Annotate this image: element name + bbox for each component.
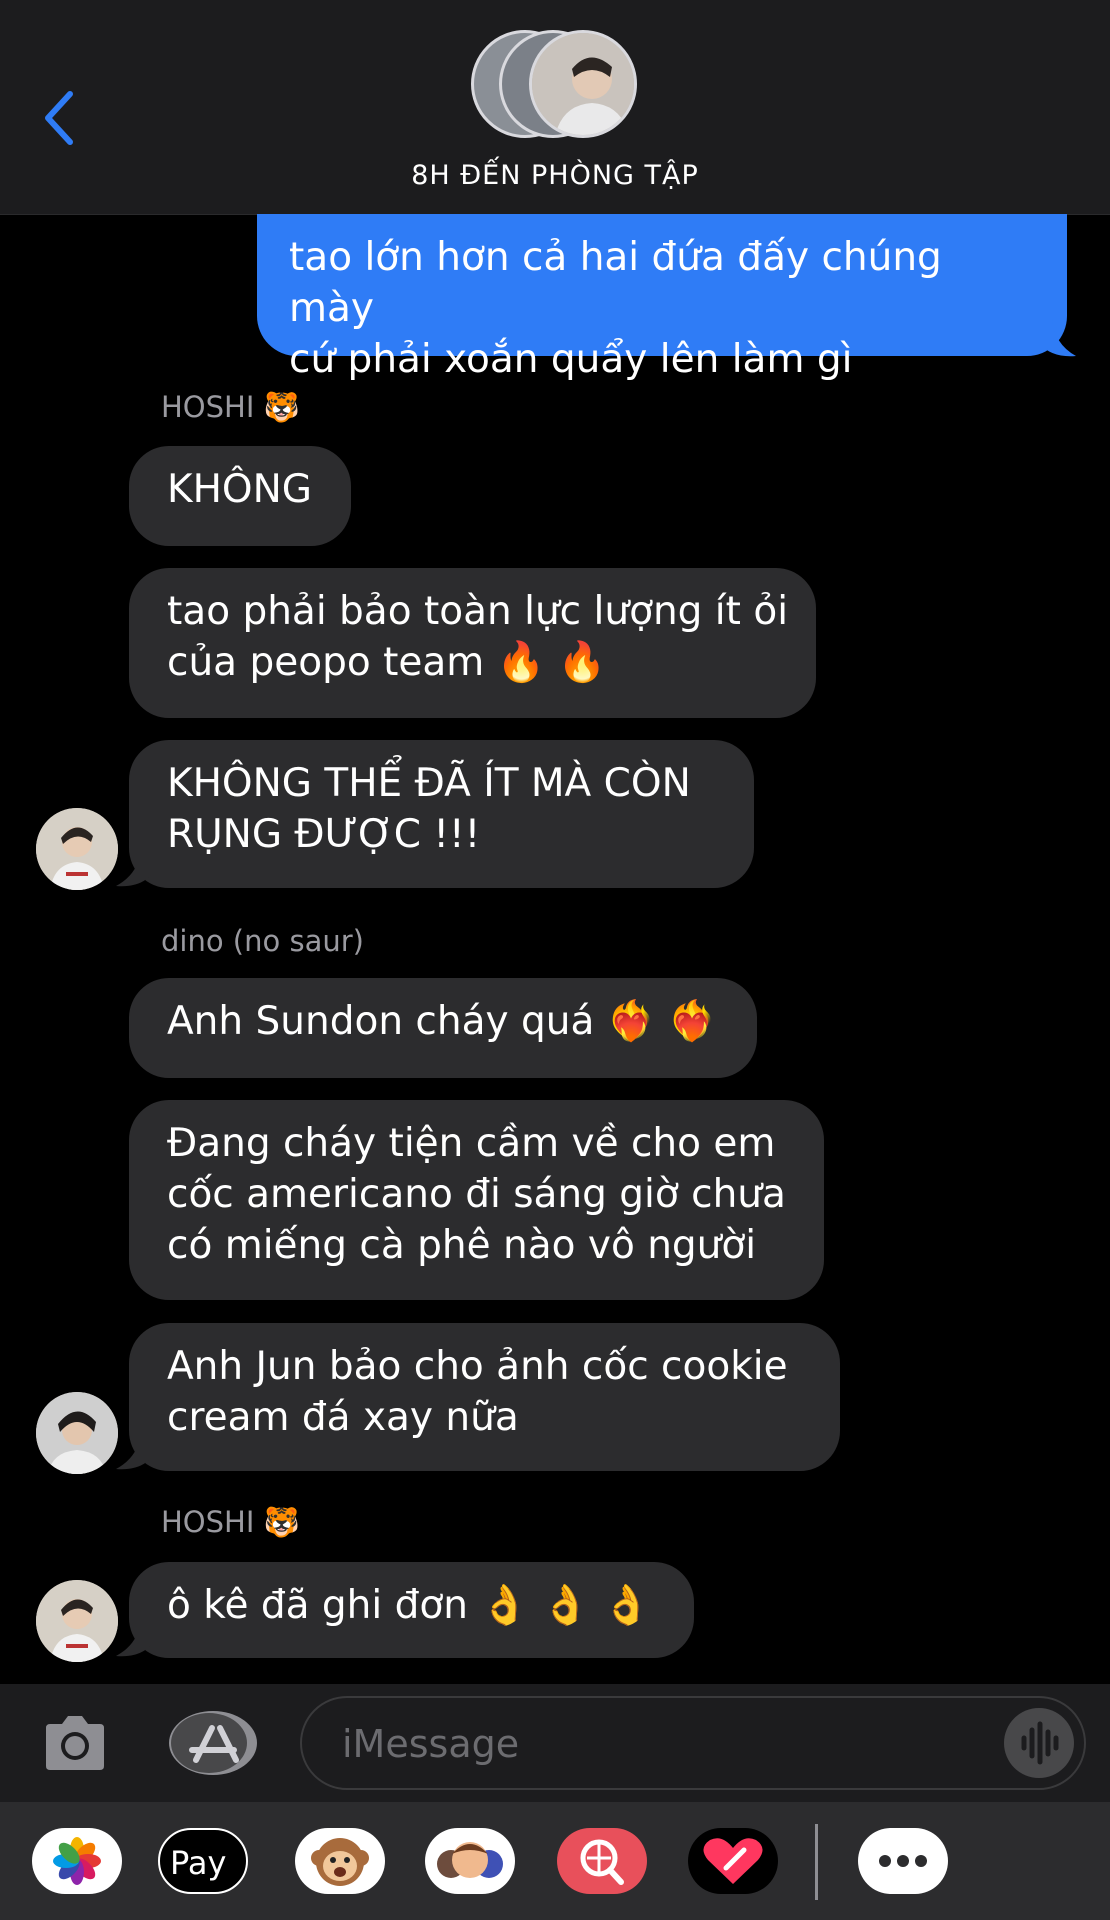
camera-icon[interactable]	[42, 1714, 108, 1772]
message-line: Đang cháy tiện cầm về cho em	[167, 1121, 776, 1166]
memoji-stickers-app-icon[interactable]	[425, 1828, 515, 1894]
message-line: cứ phải xoắn quẩy lên làm gì	[289, 337, 853, 382]
message-line: có miếng cà phê nào vô người	[167, 1223, 757, 1268]
received-message-bubble[interactable]: tao phải bảo toàn lực lượng ít ỏi của pe…	[129, 568, 816, 718]
photos-app-icon[interactable]	[32, 1828, 122, 1894]
audio-message-button[interactable]	[1004, 1708, 1074, 1778]
sender-name: dino (no saur)	[161, 924, 364, 958]
message-text: Anh Sundon cháy quá ❤️‍🔥 ❤️‍🔥	[167, 999, 717, 1044]
group-avatar-3	[529, 30, 637, 138]
bubble-tail	[116, 1435, 152, 1470]
received-message-bubble[interactable]: Anh Sundon cháy quá ❤️‍🔥 ❤️‍🔥	[129, 978, 757, 1078]
received-message-bubble[interactable]: KHÔNG	[129, 446, 351, 546]
input-placeholder: iMessage	[342, 1722, 520, 1766]
sent-message-bubble[interactable]: tao lớn hơn cả hai đứa đấy chúng mày cứ …	[257, 214, 1067, 382]
bubble-tail	[116, 1622, 152, 1657]
conversation-header: 8H ĐẾN PHÒNG TẬP	[0, 0, 1110, 215]
received-message-bubble[interactable]: Anh Jun bảo cho ảnh cốc cookie cream đá …	[129, 1323, 840, 1471]
message-line: KHÔNG THỂ ĐÃ ÍT MÀ CÒN	[167, 761, 691, 806]
message-line: cốc americano đi sáng giờ chưa	[167, 1172, 786, 1217]
message-line: tao phải bảo toàn lực lượng ít ỏi	[167, 589, 789, 634]
conversation-title[interactable]: 8H ĐẾN PHÒNG TẬP	[0, 160, 1110, 191]
apple-pay-app-icon[interactable]: Pay	[158, 1828, 248, 1894]
received-message-bubble[interactable]: ô kê đã ghi đơn 👌 👌 👌	[129, 1562, 694, 1658]
app-drawer: Pay	[0, 1802, 1110, 1920]
sender-name: HOSHI 🐯	[161, 390, 300, 424]
chevron-left-icon[interactable]	[40, 88, 80, 148]
avatar[interactable]	[36, 808, 118, 890]
group-avatars[interactable]	[471, 30, 641, 145]
bubble-tail	[1040, 318, 1076, 357]
received-message-bubble[interactable]: Đang cháy tiện cầm về cho em cốc america…	[129, 1100, 824, 1300]
message-line: tao lớn hơn cả hai đứa đấy chúng mày	[289, 235, 942, 331]
app-store-icon[interactable]	[168, 1710, 258, 1776]
bubble-tail	[116, 852, 152, 887]
message-line: cream đá xay nữa	[167, 1395, 519, 1440]
web-images-search-app-icon[interactable]	[557, 1828, 647, 1894]
received-message-bubble[interactable]: KHÔNG THỂ ĐÃ ÍT MÀ CÒN RỤNG ĐƯỢC !!!	[129, 740, 754, 888]
composer-bar: iMessage	[0, 1684, 1110, 1802]
imessage-input[interactable]: iMessage	[300, 1696, 1086, 1790]
tray-divider	[815, 1824, 818, 1900]
avatar[interactable]	[36, 1580, 118, 1662]
message-line: Anh Jun bảo cho ảnh cốc cookie	[167, 1344, 788, 1389]
animoji-app-icon[interactable]	[295, 1828, 385, 1894]
message-line: của peopo team 🔥 🔥	[167, 640, 607, 685]
apple-pay-label: Pay	[170, 1844, 227, 1882]
message-text: KHÔNG	[167, 467, 312, 512]
avatar[interactable]	[36, 1392, 118, 1474]
waveform-icon	[1021, 1721, 1059, 1765]
digital-touch-app-icon[interactable]	[688, 1828, 778, 1894]
message-text: ô kê đã ghi đơn 👌 👌 👌	[167, 1583, 651, 1628]
more-apps-icon[interactable]	[858, 1828, 948, 1894]
sender-name: HOSHI 🐯	[161, 1505, 300, 1539]
message-line: RỤNG ĐƯỢC !!!	[167, 812, 481, 857]
